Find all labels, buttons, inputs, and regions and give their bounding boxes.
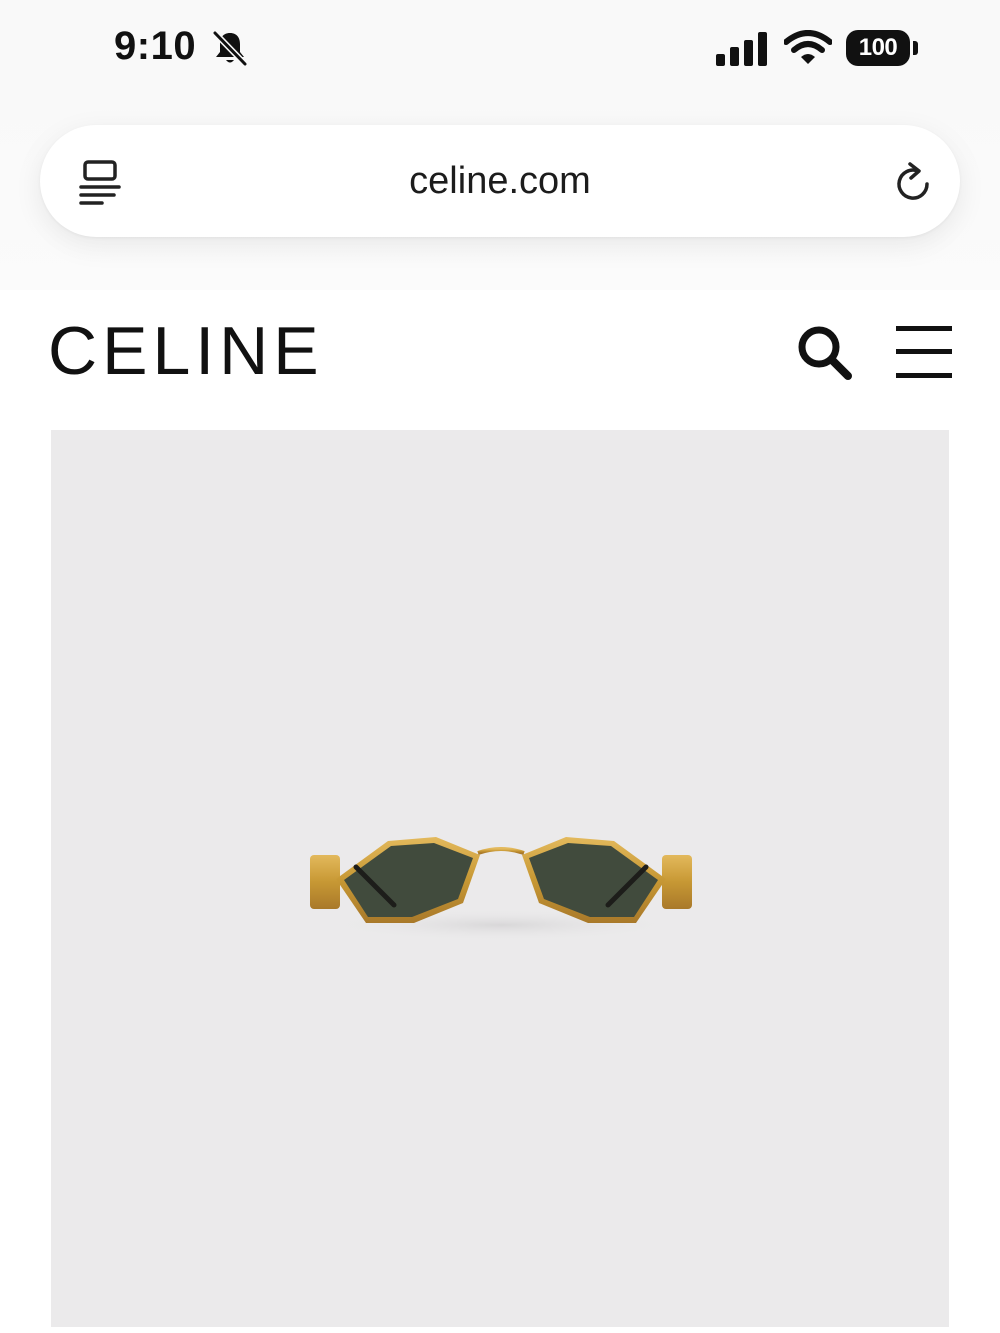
hamburger-menu-icon[interactable] <box>896 324 952 380</box>
battery-level: 100 <box>858 34 898 61</box>
sunglasses-image <box>310 837 692 941</box>
url-text[interactable]: celine.com <box>40 125 960 237</box>
bell-slash-icon <box>212 30 248 67</box>
cellular-signal-icon <box>716 32 767 66</box>
status-time: 9:10 <box>114 24 197 68</box>
brand-logo[interactable]: CELINE <box>48 312 324 390</box>
battery-tip <box>913 41 918 55</box>
product-image[interactable] <box>51 430 949 1327</box>
search-icon[interactable] <box>795 323 853 381</box>
site-header: CELINE <box>0 290 1000 430</box>
reload-icon[interactable] <box>890 161 936 207</box>
address-bar[interactable]: celine.com <box>40 125 960 237</box>
status-bar: 9:10 100 <box>0 0 1000 100</box>
reader-mode-icon[interactable] <box>78 159 122 207</box>
battery-icon: 100 <box>846 30 910 66</box>
wifi-icon <box>784 30 832 64</box>
